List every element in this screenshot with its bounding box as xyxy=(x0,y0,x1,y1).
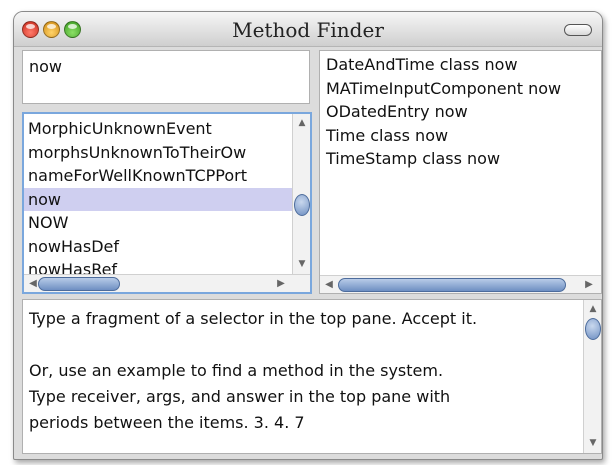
collapse-icon[interactable] xyxy=(564,24,592,36)
chevron-up-icon[interactable]: ▲ xyxy=(293,116,310,130)
chevron-down-icon[interactable]: ▼ xyxy=(293,257,310,271)
selector-horizontal-scrollbar[interactable]: ◀ ▶ xyxy=(24,274,310,292)
list-item[interactable]: nowHasDef xyxy=(24,235,294,259)
list-item[interactable]: Time class now xyxy=(326,124,561,148)
title-bar[interactable]: Method Finder xyxy=(14,12,602,47)
chevron-left-icon[interactable]: ◀ xyxy=(322,277,336,293)
list-item[interactable]: DateAndTime class now xyxy=(326,53,561,77)
list-item[interactable]: MATimeInputComponent now xyxy=(326,77,561,101)
implementors-hscroll-thumb[interactable] xyxy=(338,278,566,292)
selector-list[interactable]: MorphicUnknownEvent morphsUnknownToTheir… xyxy=(22,112,312,294)
chevron-up-icon[interactable]: ▲ xyxy=(584,302,601,316)
window-title: Method Finder xyxy=(232,18,384,42)
list-item[interactable]: TimeStamp class now xyxy=(326,147,561,171)
list-item-selected[interactable]: now xyxy=(24,187,294,211)
help-vertical-scrollbar[interactable]: ▲ ▼ xyxy=(583,300,601,453)
method-finder-window: Method Finder now MorphicUnknownEvent mo… xyxy=(13,11,603,460)
list-item[interactable]: ODatedEntry now xyxy=(326,100,561,124)
implementors-list[interactable]: DateAndTime class now MATimeInputCompone… xyxy=(319,50,602,294)
help-line: Type a fragment of a selector in the top… xyxy=(29,309,478,328)
selector-vertical-scrollbar[interactable]: ▲ ▼ xyxy=(292,114,310,274)
chevron-right-icon[interactable]: ▶ xyxy=(582,277,596,293)
list-item[interactable]: nameForWellKnownTCPPort xyxy=(24,164,294,188)
help-line: Or, use an example to find a method in t… xyxy=(29,361,444,380)
chevron-down-icon[interactable]: ▼ xyxy=(584,436,601,450)
help-line xyxy=(29,332,577,358)
list-item[interactable]: NOW xyxy=(24,211,294,235)
help-line: Type receiver, args, and answer in the t… xyxy=(29,387,451,406)
query-text[interactable]: now xyxy=(29,57,62,76)
help-vscroll-thumb[interactable] xyxy=(585,318,601,340)
list-item[interactable]: morphsUnknownToTheirOw xyxy=(24,141,294,165)
help-text-pane[interactable]: Type a fragment of a selector in the top… xyxy=(22,299,602,454)
implementors-horizontal-scrollbar[interactable]: ◀ ▶ xyxy=(320,275,601,293)
selector-vscroll-thumb[interactable] xyxy=(294,194,310,216)
help-line: periods between the items. 3. 4. 7 xyxy=(29,413,305,432)
list-item[interactable]: MorphicUnknownEvent xyxy=(24,117,294,141)
query-pane[interactable]: now xyxy=(22,50,310,104)
chevron-right-icon[interactable]: ▶ xyxy=(274,276,288,292)
selector-hscroll-thumb[interactable] xyxy=(38,277,120,291)
